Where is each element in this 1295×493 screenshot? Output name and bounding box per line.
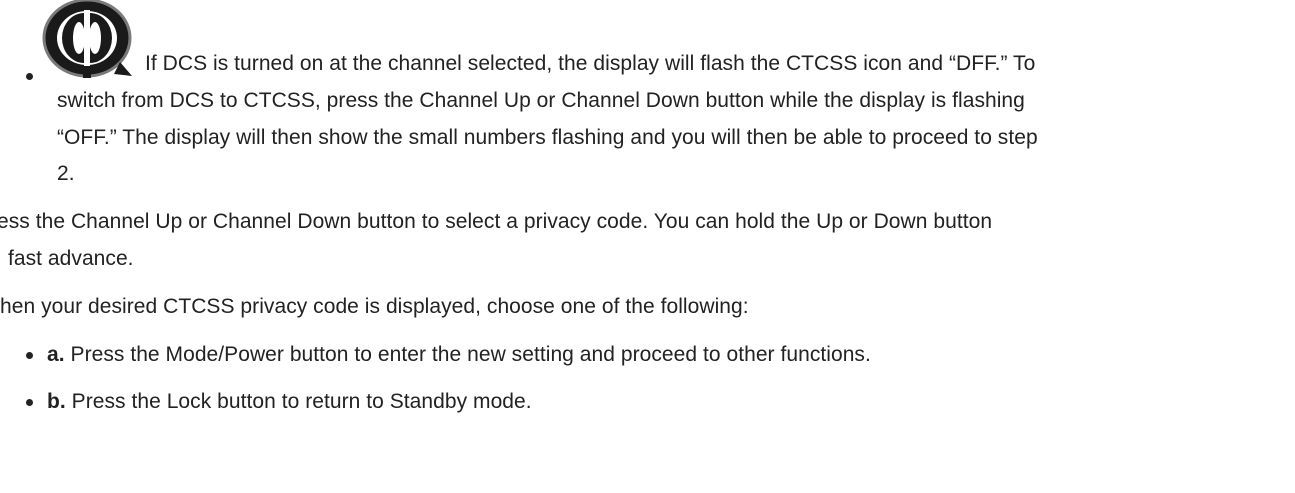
bullet-marker — [26, 399, 33, 406]
option-a-text: Press the Mode/Power button to enter the… — [64, 343, 871, 366]
step2-text-line-1: ess the Channel Up or Channel Down butto… — [0, 210, 993, 233]
option-b-marker: b. — [47, 390, 66, 413]
subbullet-text-line-1: If DCS is turned on at the channel selec… — [145, 52, 1036, 75]
dcs-ctcss-symbol-icon — [40, 0, 135, 80]
subbullet-text-line-2: switch from DCS to CTCSS, press the Chan… — [57, 89, 1025, 112]
step3-text-line-1: hen your desired CTCSS privacy code is d… — [0, 295, 749, 318]
bullet-marker — [26, 352, 33, 359]
dcs-ctcss-symbol-icon-svg — [42, 0, 132, 78]
option-a-marker: a. — [47, 343, 65, 366]
subbullet-text-line-4: 2. — [57, 162, 75, 185]
bullet-marker — [26, 73, 33, 80]
document-page: If DCS is turned on at the channel selec… — [0, 0, 1295, 493]
option-b-text: Press the Lock button to return to Stand… — [65, 390, 532, 413]
step2-text-line-2: fast advance. — [8, 247, 134, 270]
option-a: a. Press the Mode/Power button to enter … — [47, 337, 871, 373]
subbullet-text-line-3: “OFF.” The display will then show the sm… — [57, 126, 1038, 149]
option-b: b. Press the Lock button to return to St… — [47, 384, 532, 420]
